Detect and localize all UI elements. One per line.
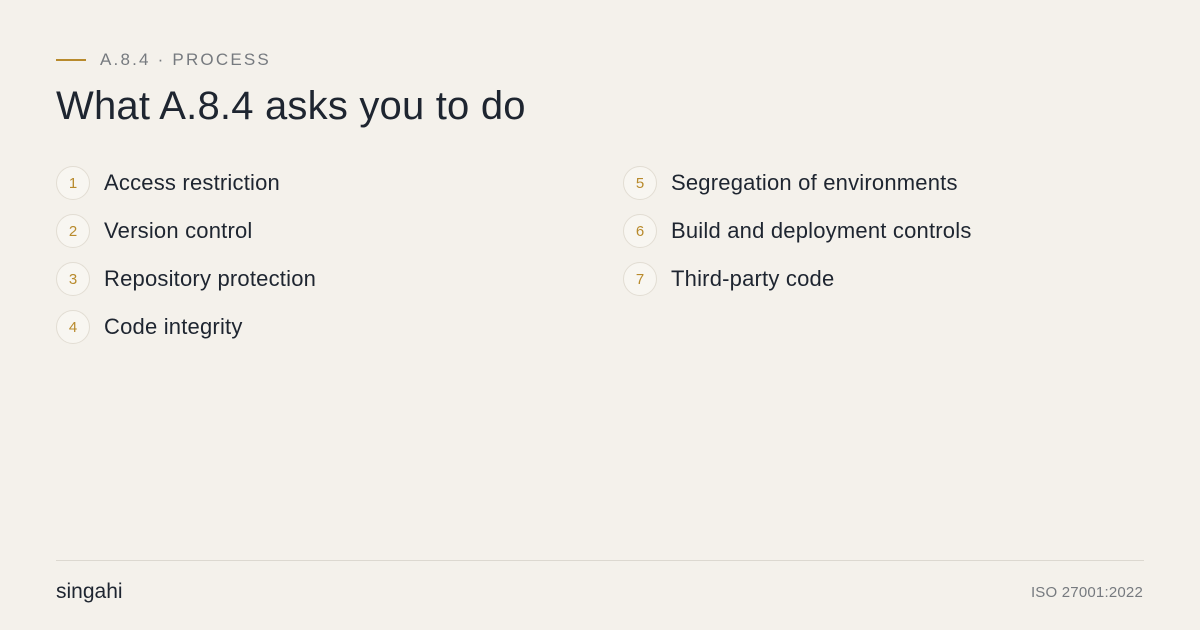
step-label: Third-party code	[671, 266, 835, 291]
standard-label: ISO 27001:2022	[1030, 584, 1143, 601]
step-number-badge: 3	[56, 262, 90, 296]
step-number-badge: 5	[623, 166, 657, 200]
step-number-badge: 2	[56, 214, 90, 248]
brand-name: singahi	[56, 580, 123, 603]
footer-divider	[56, 560, 1144, 561]
eyebrow: A.8.4 · PROCESS	[56, 48, 271, 72]
step-label: Repository protection	[104, 266, 317, 291]
step-number-badge: 4	[56, 310, 90, 344]
step-number-badge: 6	[623, 214, 657, 248]
steps-list-left: 1 Access restriction 2 Version control 3…	[56, 166, 576, 358]
step-item: 2 Version control	[56, 214, 576, 248]
step-item: 1 Access restriction	[56, 166, 576, 200]
step-label: Segregation of environments	[671, 170, 958, 195]
step-item: 7 Third-party code	[623, 262, 1143, 296]
step-label: Code integrity	[104, 314, 243, 339]
step-label: Version control	[104, 218, 253, 243]
step-label: Build and deployment controls	[671, 218, 972, 243]
page-title: What A.8.4 asks you to do	[56, 84, 526, 128]
step-item: 5 Segregation of environments	[623, 166, 1143, 200]
step-item: 4 Code integrity	[56, 310, 576, 344]
step-item: 6 Build and deployment controls	[623, 214, 1143, 248]
step-number-badge: 1	[56, 166, 90, 200]
steps-list-right: 5 Segregation of environments 6 Build an…	[623, 166, 1143, 310]
eyebrow-text: A.8.4 · PROCESS	[100, 50, 271, 69]
step-number-badge: 7	[623, 262, 657, 296]
eyebrow-rule	[56, 59, 86, 61]
step-item: 3 Repository protection	[56, 262, 576, 296]
step-label: Access restriction	[104, 170, 280, 195]
slide: A.8.4 · PROCESS What A.8.4 asks you to d…	[0, 0, 1200, 630]
